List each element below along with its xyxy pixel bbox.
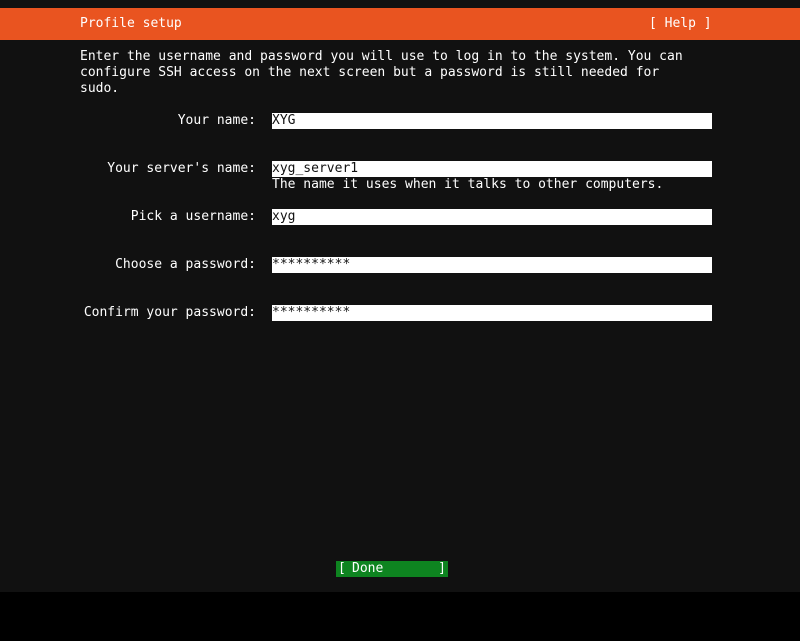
intro-text: Enter the username and password you will… bbox=[80, 49, 683, 96]
username-label: Pick a username: bbox=[130, 209, 256, 224]
done-right-bracket: ] bbox=[438, 561, 446, 576]
confirm-password-label: Confirm your password: bbox=[83, 305, 256, 320]
header-bar: Profile setup [ Help ] bbox=[0, 8, 800, 40]
done-left-bracket: [ bbox=[338, 561, 346, 576]
help-button[interactable]: [ Help ] bbox=[649, 16, 712, 32]
server-name-hint: The name it uses when it talks to other … bbox=[272, 177, 664, 192]
done-button[interactable]: [ Done ] bbox=[336, 561, 448, 577]
your-name-label: Your name: bbox=[177, 113, 256, 128]
done-label: Done bbox=[352, 561, 384, 576]
password-input[interactable]: ********** bbox=[272, 257, 712, 273]
username-input[interactable]: xyg bbox=[272, 209, 712, 225]
server-name-input[interactable]: xyg_server1 bbox=[272, 161, 712, 177]
installer-screen: Profile setup [ Help ] Enter the usernam… bbox=[0, 0, 800, 592]
confirm-password-input[interactable]: ********** bbox=[272, 305, 712, 321]
server-name-label: Your server's name: bbox=[107, 161, 256, 176]
password-label: Choose a password: bbox=[115, 257, 256, 272]
page-title: Profile setup bbox=[80, 16, 182, 31]
your-name-input[interactable]: XYG bbox=[272, 113, 712, 129]
